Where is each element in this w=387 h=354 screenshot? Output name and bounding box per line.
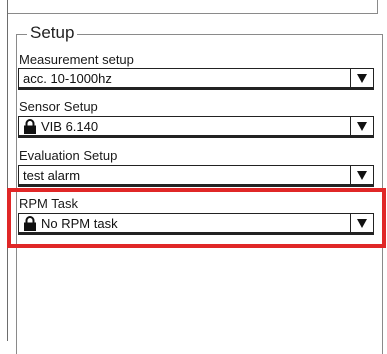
- measurement-setup-label: Measurement setup: [19, 52, 134, 67]
- measurement-setup-dropdown-button[interactable]: [350, 69, 373, 87]
- evaluation-setup-label: Evaluation Setup: [19, 148, 118, 163]
- dropdown-arrow-icon: [357, 122, 367, 131]
- sensor-setup-label: Sensor Setup: [19, 99, 98, 114]
- sensor-setup-select[interactable]: VIB 6.140: [18, 116, 374, 138]
- dropdown-arrow-icon: [357, 74, 367, 83]
- evaluation-setup-value: test alarm: [23, 168, 81, 183]
- panel-left-border: [7, 0, 8, 341]
- lock-icon: [24, 119, 36, 134]
- measurement-setup-select[interactable]: acc. 10-1000hz: [18, 68, 374, 90]
- setup-title: Setup: [27, 23, 78, 43]
- measurement-setup-value: acc. 10-1000hz: [23, 71, 112, 86]
- evaluation-setup-dropdown-button[interactable]: [350, 166, 373, 184]
- dropdown-arrow-icon: [357, 171, 367, 180]
- sensor-setup-value: VIB 6.140: [23, 119, 98, 134]
- top-frame: [7, 0, 378, 14]
- rpm-task-highlight-box: [7, 188, 386, 248]
- sensor-setup-dropdown-button[interactable]: [350, 117, 373, 135]
- evaluation-setup-select[interactable]: test alarm: [18, 165, 374, 187]
